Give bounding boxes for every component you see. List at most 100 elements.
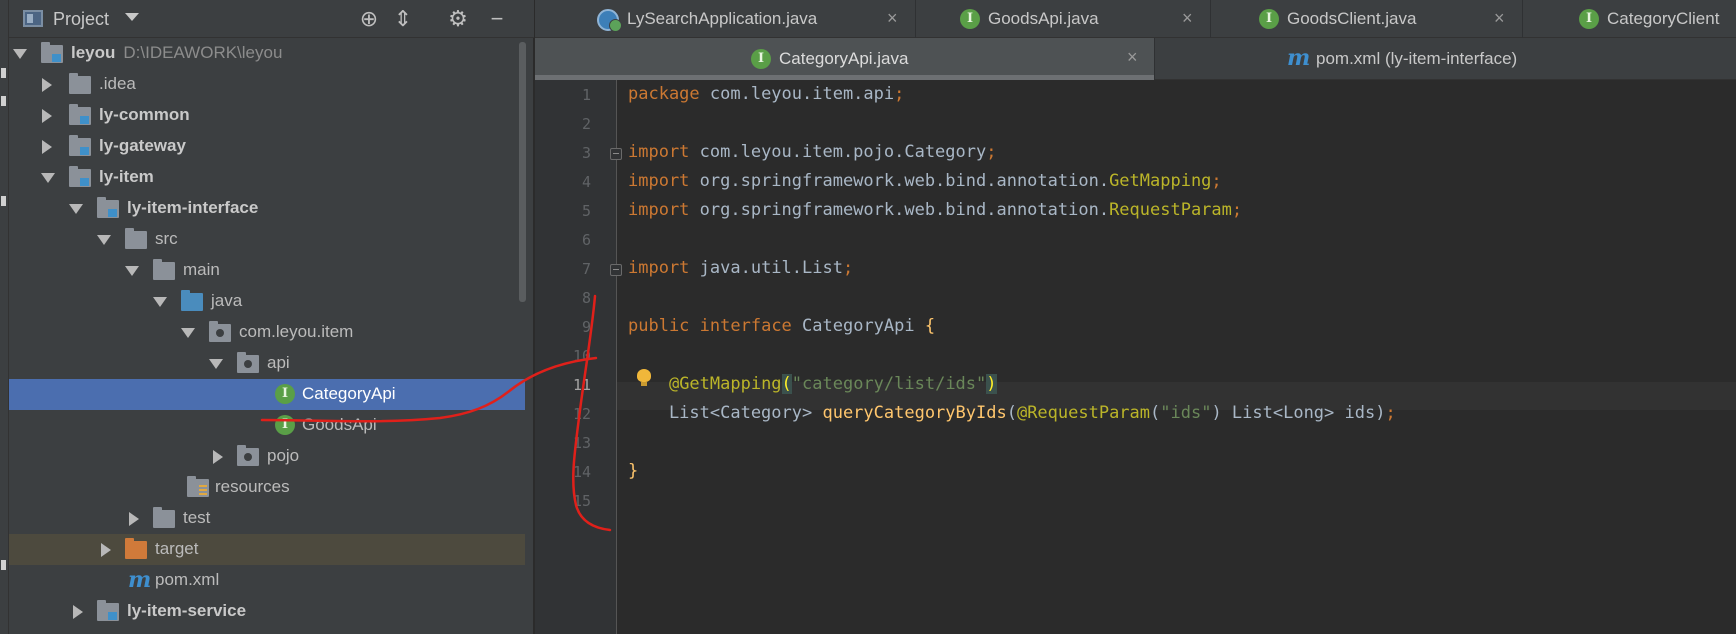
- tree-item-java[interactable]: java: [9, 286, 525, 317]
- chevron-down-icon[interactable]: [125, 13, 139, 21]
- tree-item-label: ly-item-interface: [127, 198, 259, 217]
- line-number: 11: [572, 376, 591, 394]
- tree-item-src[interactable]: src: [9, 224, 525, 255]
- tree-item-ly-item-interface[interactable]: ly-item-interface: [9, 193, 525, 224]
- spring-boot-icon: [597, 9, 622, 32]
- collapsed-arrow-icon[interactable]: [42, 140, 52, 154]
- code-line: public interface CategoryApi {: [628, 316, 936, 336]
- tree-item-ly-item[interactable]: ly-item: [9, 162, 525, 193]
- tree-item-pom-xml[interactable]: m pom.xml: [9, 565, 525, 596]
- code-line: import org.springframework.web.bind.anno…: [628, 171, 1222, 191]
- code-line: @GetMapping("category/list/ids"): [668, 374, 997, 394]
- line-number: 1: [581, 86, 591, 104]
- tab-category-api[interactable]: I CategoryApi.java ×: [535, 38, 1155, 80]
- interface-icon: I: [275, 384, 295, 404]
- tab-label: GoodsApi.java: [988, 9, 1099, 28]
- package-icon: [209, 321, 231, 342]
- project-tree[interactable]: leyou D:\IDEAWORK\leyou .idea ly-common l…: [9, 38, 525, 634]
- module-folder-icon: [69, 135, 91, 156]
- collapsed-arrow-icon[interactable]: [42, 109, 52, 123]
- module-folder-icon: [41, 42, 63, 63]
- tree-item-ly-common[interactable]: ly-common: [9, 100, 525, 131]
- tree-item-idea[interactable]: .idea: [9, 69, 525, 100]
- tab-category-client[interactable]: I CategoryClient: [1523, 0, 1736, 38]
- close-icon[interactable]: ×: [1182, 8, 1193, 29]
- interface-icon: I: [275, 415, 295, 435]
- line-number: 4: [581, 173, 591, 191]
- code-editor[interactable]: 1 2 3 4 5 6 7 8 9 10 11 12 13 14 15 pack…: [535, 80, 1736, 634]
- close-icon[interactable]: ×: [1127, 47, 1138, 68]
- collapsed-arrow-icon[interactable]: [42, 78, 52, 92]
- module-folder-icon: [69, 104, 91, 125]
- tab-ly-search-application[interactable]: LySearchApplication.java ×: [535, 0, 916, 38]
- code-line: import com.leyou.item.pojo.Category;: [628, 142, 997, 162]
- expanded-arrow-icon[interactable]: [153, 297, 167, 307]
- tree-item-test[interactable]: test: [9, 503, 525, 534]
- tab-label: CategoryApi.java: [779, 49, 909, 68]
- code-line: import java.util.List;: [628, 258, 854, 278]
- collapse-all-icon[interactable]: ⇕: [390, 6, 416, 32]
- tree-item-label: src: [155, 229, 178, 248]
- tree-item-label: target: [155, 539, 199, 558]
- code-line: }: [628, 461, 639, 481]
- tree-scrollbar[interactable]: [519, 42, 526, 302]
- collapsed-arrow-icon[interactable]: [73, 605, 83, 619]
- close-icon[interactable]: ×: [887, 8, 898, 29]
- gear-icon[interactable]: ⚙: [445, 6, 471, 32]
- tab-pom-xml[interactable]: m pom.xml (ly-item-interface): [1155, 38, 1736, 80]
- collapsed-arrow-icon[interactable]: [101, 543, 111, 557]
- tool-strip-mark: [1, 68, 6, 78]
- editor-tabs-row-1: LySearchApplication.java × I GoodsApi.ja…: [535, 0, 1736, 38]
- expanded-arrow-icon[interactable]: [181, 328, 195, 338]
- tree-item-label: ly-gateway: [99, 136, 186, 155]
- tree-item-pojo[interactable]: pojo: [9, 441, 525, 472]
- expanded-arrow-icon[interactable]: [97, 235, 111, 245]
- folder-icon: [153, 259, 175, 280]
- module-path: D:\IDEAWORK\leyou: [123, 43, 283, 62]
- tool-strip-mark: [1, 96, 6, 106]
- collapsed-arrow-icon[interactable]: [213, 450, 223, 464]
- tab-goods-api[interactable]: I GoodsApi.java ×: [916, 0, 1211, 38]
- tree-item-category-api[interactable]: I CategoryApi: [9, 379, 525, 410]
- line-number-gutter[interactable]: 1 2 3 4 5 6 7 8 9 10 11 12 13 14 15: [535, 80, 622, 634]
- expanded-arrow-icon[interactable]: [13, 49, 27, 59]
- tree-item-api[interactable]: api: [9, 348, 525, 379]
- tree-item-label: ly-common: [99, 105, 190, 124]
- tree-item-label: leyou D:\IDEAWORK\leyou: [71, 43, 283, 62]
- tree-item-main[interactable]: main: [9, 255, 525, 286]
- module-folder-icon: [97, 600, 119, 621]
- hide-panel-icon[interactable]: −: [484, 6, 510, 32]
- package-icon: [237, 352, 259, 373]
- source-folder-icon: [181, 290, 203, 311]
- tree-item-resources[interactable]: resources: [9, 472, 525, 503]
- locate-target-icon[interactable]: ⊕: [356, 6, 382, 32]
- fold-marker-icon[interactable]: [610, 264, 622, 276]
- tree-item-label: test: [183, 508, 211, 527]
- maven-icon: m: [1287, 45, 1311, 71]
- tool-strip-mark: [1, 560, 6, 570]
- tab-goods-client[interactable]: I GoodsClient.java ×: [1211, 0, 1523, 38]
- expanded-arrow-icon[interactable]: [41, 173, 55, 183]
- tree-item-label: pom.xml: [155, 570, 220, 589]
- tree-item-goods-api[interactable]: I GoodsApi: [9, 410, 525, 441]
- interface-icon: I: [1579, 9, 1599, 29]
- project-panel-title[interactable]: Project: [53, 9, 109, 30]
- interface-icon: I: [960, 9, 980, 29]
- project-panel: Project ⊕ ⇕ ⚙ − leyou D:\IDEAWORK\leyou .…: [9, 0, 534, 634]
- tree-item-ly-item-service[interactable]: ly-item-service: [9, 596, 525, 627]
- tree-item-leyou[interactable]: leyou D:\IDEAWORK\leyou: [9, 38, 525, 69]
- expanded-arrow-icon[interactable]: [125, 266, 139, 276]
- expanded-arrow-icon[interactable]: [209, 359, 223, 369]
- close-icon[interactable]: ×: [1494, 8, 1505, 29]
- tree-item-com-leyou-item[interactable]: com.leyou.item: [9, 317, 525, 348]
- line-number: 7: [581, 260, 591, 278]
- line-number: 13: [572, 434, 591, 452]
- tree-item-ly-gateway[interactable]: ly-gateway: [9, 131, 525, 162]
- fold-marker-icon[interactable]: [610, 148, 622, 160]
- project-view-icon: [23, 10, 43, 27]
- line-number: 2: [581, 115, 591, 133]
- expanded-arrow-icon[interactable]: [69, 204, 83, 214]
- collapsed-arrow-icon[interactable]: [129, 512, 139, 526]
- tree-item-target[interactable]: target: [9, 534, 525, 565]
- tab-label: GoodsClient.java: [1287, 9, 1417, 28]
